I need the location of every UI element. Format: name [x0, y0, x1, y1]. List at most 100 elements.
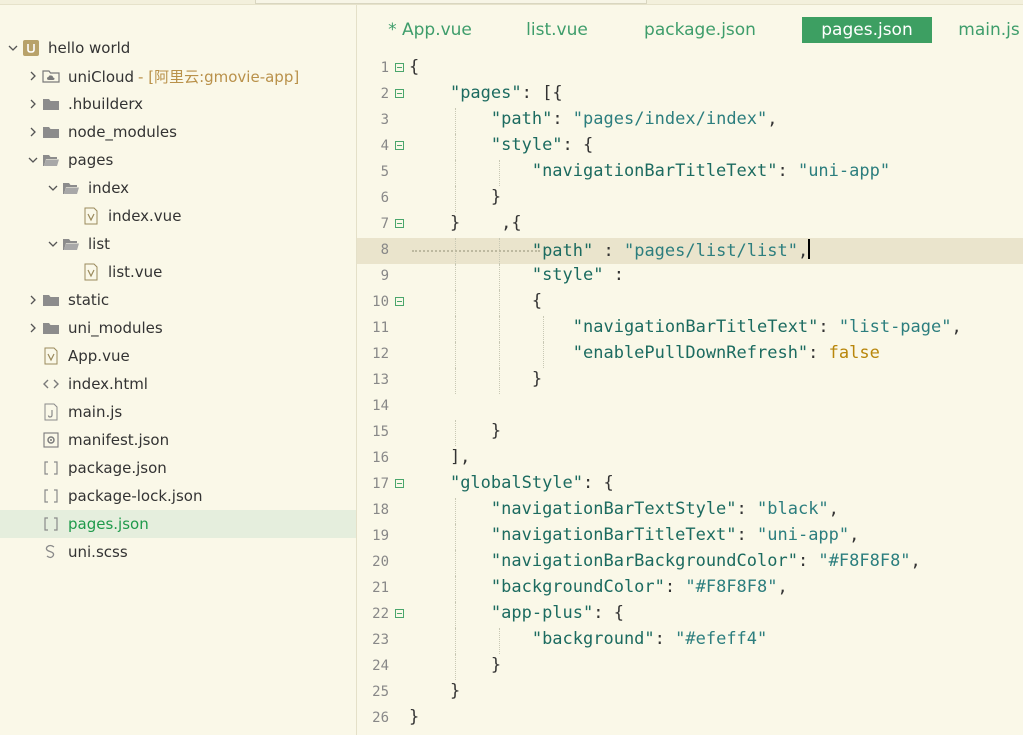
tree-item-label: .hbuilderx: [68, 95, 144, 113]
code-line[interactable]: 2 "pages": [{: [357, 82, 1023, 108]
html-file-icon: [42, 375, 60, 393]
code-text: {: [409, 291, 543, 311]
fold-toggle-icon[interactable]: [395, 141, 404, 150]
code-text: "pages": [{: [449, 83, 563, 103]
tree-item-index-html[interactable]: index.html: [0, 370, 356, 398]
tree-item-pages[interactable]: pages: [0, 146, 356, 174]
tree-item-index-vue[interactable]: index.vue: [0, 202, 356, 230]
tree-item-manifest-json[interactable]: manifest.json: [0, 426, 356, 454]
tree-item-list-vue[interactable]: list.vue: [0, 258, 356, 286]
line-number: 16: [372, 450, 389, 466]
code-line[interactable]: 24 }: [357, 654, 1023, 680]
line-number: 2: [380, 86, 389, 102]
chevron-right-icon[interactable]: [28, 295, 38, 305]
code-line[interactable]: 6 }: [357, 186, 1023, 212]
code-line[interactable]: 13 }: [357, 368, 1023, 394]
code-line[interactable]: 11 "navigationBarTitleText": "list-page"…: [357, 316, 1023, 342]
code-line[interactable]: 16 ],: [357, 446, 1023, 472]
code-line[interactable]: 7 } ,{: [357, 212, 1023, 238]
tree-item-uni-scss[interactable]: uni.scss: [0, 538, 356, 566]
chevron-right-icon[interactable]: [28, 99, 38, 109]
tab-pages-json[interactable]: pages.json: [802, 17, 932, 43]
tab-app-vue[interactable]: * App.vue: [375, 17, 485, 43]
fold-toggle-icon[interactable]: [395, 89, 404, 98]
code-line[interactable]: 21 "backgroundColor": "#F8F8F8",: [357, 576, 1023, 602]
code-line[interactable]: 26}: [357, 706, 1023, 732]
code-line[interactable]: 22 "app-plus": {: [357, 602, 1023, 628]
vue-file-icon: [42, 347, 60, 365]
line-number: 21: [372, 580, 389, 596]
code-text: }: [409, 655, 502, 675]
code-text: "globalStyle": {: [449, 473, 614, 493]
tree-item-label-group: uniCloud - [阿里云:gmovie-app]: [68, 66, 299, 87]
tree-item-package-json[interactable]: package.json: [0, 454, 356, 482]
code-line[interactable]: 9 "style" :: [357, 264, 1023, 290]
code-line[interactable]: 23 "background": "#efeff4": [357, 628, 1023, 654]
line-number: 22: [372, 606, 389, 622]
tree-item-list[interactable]: list: [0, 230, 356, 258]
code-line[interactable]: 17 "globalStyle": {: [357, 472, 1023, 498]
chevron-right-icon[interactable]: [28, 323, 38, 333]
code-line[interactable]: 12 "enablePullDownRefresh": false: [357, 342, 1023, 368]
chevron-right-icon[interactable]: [28, 71, 38, 81]
line-number: 8: [380, 242, 389, 258]
tab-list-vue[interactable]: list.vue: [515, 17, 599, 43]
code-line[interactable]: 5 "navigationBarTitleText": "uni-app": [357, 160, 1023, 186]
tree-item-app-vue[interactable]: App.vue: [0, 342, 356, 370]
code-text: "style": {: [490, 135, 594, 155]
tab-package-json[interactable]: package.json: [640, 17, 760, 43]
line-number: 12: [372, 346, 389, 362]
tree-item-label: list: [88, 235, 111, 253]
chevron-down-icon[interactable]: [48, 183, 58, 193]
cloud-provider-label: - [阿里云:gmovie-app]: [138, 67, 300, 86]
tree-item-index[interactable]: index: [0, 174, 356, 202]
tree-item--hbuilderx[interactable]: .hbuilderx: [0, 90, 356, 118]
line-number: 7: [380, 216, 389, 232]
code-editor[interactable]: 1{2 "pages": [{3 "path": "pages/index/in…: [357, 56, 1023, 735]
tree-item-node-modules[interactable]: node_modules: [0, 118, 356, 146]
tree-item-label: App.vue: [68, 347, 130, 365]
tab-main-js[interactable]: main.js: [954, 17, 1023, 43]
folder-icon: [42, 123, 60, 141]
code-line[interactable]: 19 "navigationBarTitleText": "uni-app",: [357, 524, 1023, 550]
tree-item-main-js[interactable]: main.js: [0, 398, 356, 426]
chevron-down-icon[interactable]: [48, 239, 58, 249]
code-text: }: [409, 707, 420, 727]
code-line[interactable]: 20 "navigationBarBackgroundColor": "#F8F…: [357, 550, 1023, 576]
code-line[interactable]: 3 "path": "pages/index/index",: [357, 108, 1023, 134]
chevron-down-icon[interactable]: [28, 155, 38, 165]
fold-toggle-icon[interactable]: [395, 219, 404, 228]
json-file-icon: [42, 487, 60, 505]
tree-item-static[interactable]: static: [0, 286, 356, 314]
tree-item-hello-world[interactable]: hello world: [0, 34, 356, 62]
folder-open-icon: [42, 151, 60, 169]
fold-toggle-icon[interactable]: [395, 479, 404, 488]
code-text: "navigationBarTextStyle": "black",: [490, 499, 839, 519]
fold-toggle-icon[interactable]: [395, 609, 404, 618]
line-number: 26: [372, 710, 389, 726]
line-number: 9: [380, 268, 389, 284]
code-line[interactable]: 25 }: [357, 680, 1023, 706]
chevron-down-icon[interactable]: [8, 43, 18, 53]
tree-item-package-lock-json[interactable]: package-lock.json: [0, 482, 356, 510]
code-line[interactable]: 8 "path" : "pages/list/list",: [357, 238, 1023, 264]
folder-open-icon: [62, 235, 80, 253]
code-line[interactable]: 14: [357, 394, 1023, 420]
chevron-right-icon[interactable]: [28, 127, 38, 137]
line-number: 23: [372, 632, 389, 648]
folder-icon: [42, 319, 60, 337]
folder-icon: [42, 95, 60, 113]
code-line[interactable]: 1{: [357, 56, 1023, 82]
code-line[interactable]: 4 "style": {: [357, 134, 1023, 160]
fold-toggle-icon[interactable]: [395, 63, 404, 72]
line-number: 15: [372, 424, 389, 440]
tree-item-label: manifest.json: [68, 431, 170, 449]
tree-item-unicloud[interactable]: uniCloud - [阿里云:gmovie-app]: [0, 62, 356, 90]
code-line[interactable]: 10 {: [357, 290, 1023, 316]
code-line[interactable]: 18 "navigationBarTextStyle": "black",: [357, 498, 1023, 524]
code-text: "background": "#efeff4": [531, 629, 768, 649]
fold-toggle-icon[interactable]: [395, 297, 404, 306]
tree-item-uni-modules[interactable]: uni_modules: [0, 314, 356, 342]
code-line[interactable]: 15 }: [357, 420, 1023, 446]
tree-item-pages-json[interactable]: pages.json: [0, 510, 356, 538]
